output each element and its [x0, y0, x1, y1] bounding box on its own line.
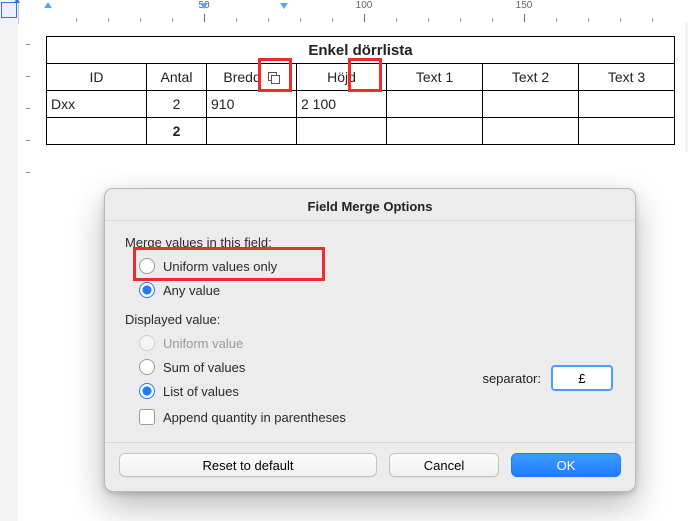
- col-antal[interactable]: Antal: [147, 64, 207, 91]
- col-text3[interactable]: Text 3: [579, 64, 675, 91]
- chk-append-quantity[interactable]: Append quantity in parentheses: [139, 407, 615, 427]
- ruler-number: 100: [356, 0, 373, 11]
- col-text1[interactable]: Text 1: [387, 64, 483, 91]
- table-totals-row[interactable]: 2: [47, 118, 675, 145]
- checkbox-icon: [139, 409, 155, 425]
- cell-hojd[interactable]: 2 100: [297, 91, 387, 118]
- dialog-title: Field Merge Options: [105, 189, 635, 221]
- cell-id[interactable]: Dxx: [47, 91, 147, 118]
- merge-section-label: Merge values in this field:: [125, 235, 615, 250]
- opt-list-label: List of values: [163, 384, 239, 399]
- opt-any-value-label: Any value: [163, 283, 220, 298]
- insert-object-icon[interactable]: [1, 2, 17, 18]
- cell-t3[interactable]: [579, 91, 675, 118]
- table-row[interactable]: Dxx 2 910 2 100: [47, 91, 675, 118]
- opt-sum-label: Sum of values: [163, 360, 245, 375]
- chk-append-quantity-label: Append quantity in parentheses: [163, 410, 346, 425]
- totals-antal[interactable]: 2: [147, 118, 207, 145]
- separator-label: separator:: [482, 371, 541, 386]
- ruler-number: 150: [516, 0, 533, 11]
- opt-any-value[interactable]: Any value: [139, 280, 615, 300]
- cancel-button[interactable]: Cancel: [389, 453, 499, 477]
- ok-button[interactable]: OK: [511, 453, 621, 477]
- col-hojd[interactable]: Höjd: [297, 64, 387, 91]
- col-bredd-label: Bredd: [223, 69, 260, 85]
- cell-t1[interactable]: [387, 91, 483, 118]
- radio-icon: [139, 359, 155, 375]
- radio-icon: [139, 282, 155, 298]
- opt-uniform-only-label: Uniform values only: [163, 259, 277, 274]
- table-title: Enkel dörrlista: [47, 37, 675, 64]
- separator-input[interactable]: [551, 365, 613, 391]
- opt-uniform-value-label: Uniform value: [163, 336, 243, 351]
- cell-antal[interactable]: 2: [147, 91, 207, 118]
- horizontal-ruler: 50 100 150: [36, 0, 684, 23]
- radio-icon: [139, 258, 155, 274]
- cell-bredd[interactable]: 910: [207, 91, 297, 118]
- reset-to-default-button[interactable]: Reset to default: [119, 453, 377, 477]
- side-toolbar: [0, 0, 19, 521]
- col-id[interactable]: ID: [47, 64, 147, 91]
- opt-uniform-value: Uniform value: [139, 333, 615, 353]
- merge-indicator-icon[interactable]: [268, 72, 280, 84]
- vertical-ruler: [18, 24, 36, 521]
- cell-t2[interactable]: [483, 91, 579, 118]
- field-merge-options-dialog: Field Merge Options Merge values in this…: [104, 188, 636, 492]
- door-list-table[interactable]: Enkel dörrlista ID Antal Bredd Höjd Text…: [46, 36, 675, 145]
- col-bredd[interactable]: Bredd: [207, 64, 297, 91]
- opt-uniform-only[interactable]: Uniform values only: [139, 256, 615, 276]
- display-section-label: Displayed value:: [125, 312, 615, 327]
- col-text2[interactable]: Text 2: [483, 64, 579, 91]
- radio-icon: [139, 383, 155, 399]
- radio-icon: [139, 335, 155, 351]
